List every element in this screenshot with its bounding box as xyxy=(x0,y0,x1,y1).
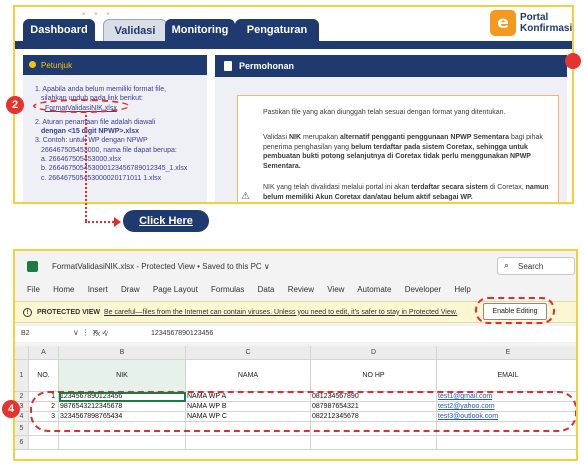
menu-data[interactable]: Data xyxy=(258,285,275,294)
tab-validasi[interactable]: Validasi xyxy=(103,19,167,41)
empty-cell[interactable] xyxy=(186,436,311,450)
click-here-button[interactable]: Click Here xyxy=(123,210,209,232)
header-cell[interactable]: NAMA xyxy=(186,360,311,392)
permohonan-text-1: Pastikan file yang akan diunggah telah s… xyxy=(263,109,506,116)
empty-cell[interactable] xyxy=(29,436,59,450)
table-cell[interactable]: 1234567890123456 xyxy=(59,392,186,402)
excel-window: FormatValidasiNIK.xlsx - Protected View … xyxy=(13,249,578,461)
permohonan-card: Permohonan Pastikan file yang akan diung… xyxy=(215,55,567,202)
excel-title: FormatValidasiNIK.xlsx - Protected View … xyxy=(52,262,270,271)
tab-pengaturan[interactable]: Pengaturan xyxy=(235,19,319,41)
column-header[interactable]: D xyxy=(311,346,437,360)
permohonan-title: Permohonan xyxy=(239,61,295,71)
petunjuk-line: 2. Aturan penamaan file adalah diawali xyxy=(35,118,156,126)
highlight-oval-enable xyxy=(475,297,555,324)
logo-text: Portal Konfirmasi xyxy=(520,12,572,34)
tab-monitoring[interactable]: Monitoring xyxy=(165,19,235,41)
header-cell[interactable]: NO. xyxy=(29,360,59,392)
petunjuk-line: 1. Apabila anda belum memiliki format fi… xyxy=(35,86,167,93)
menu-page-layout[interactable]: Page Layout xyxy=(153,285,198,294)
perm-span: di Coretax, xyxy=(487,184,526,191)
step-badge-3 xyxy=(565,53,581,69)
menu-file[interactable]: File xyxy=(27,285,40,294)
menu-review[interactable]: Review xyxy=(288,285,314,294)
menu-view[interactable]: View xyxy=(327,285,344,294)
pointer-line xyxy=(85,115,87,221)
permohonan-header: Permohonan xyxy=(215,55,567,77)
highlight-oval-link xyxy=(33,99,130,113)
arrow-right-icon xyxy=(114,217,121,227)
header-cell[interactable]: NO HP xyxy=(311,360,437,392)
logo-line1: Portal xyxy=(520,12,549,23)
excel-icon xyxy=(27,261,38,272)
ribbon-menu: File Home Insert Draw Page Layout Formul… xyxy=(27,285,482,294)
menu-home[interactable]: Home xyxy=(53,285,74,294)
menu-draw[interactable]: Draw xyxy=(121,285,140,294)
fx-icon: fx ∨ xyxy=(93,329,109,338)
menu-automate[interactable]: Automate xyxy=(357,285,391,294)
menu-insert[interactable]: Insert xyxy=(88,285,108,294)
perm-span: terdaftar secara sistem xyxy=(411,184,488,191)
formula-input[interactable]: 1234567890123456 xyxy=(151,330,213,337)
header-cell[interactable]: EMAIL xyxy=(437,360,576,392)
menu-help[interactable]: Help xyxy=(454,285,470,294)
perm-span: alternatif pengganti penggunaan NPWP Sem… xyxy=(339,134,510,141)
column-header[interactable]: B xyxy=(59,346,186,360)
perm-span: Validasi xyxy=(263,134,289,141)
step-badge-2: 2 xyxy=(6,96,24,114)
step-badge-4: 4 xyxy=(2,400,20,418)
column-header[interactable]: A xyxy=(29,346,59,360)
empty-cell[interactable] xyxy=(59,436,186,450)
nav-bar xyxy=(15,41,572,49)
row-header[interactable]: 1 xyxy=(15,360,29,392)
select-all-corner[interactable] xyxy=(15,346,29,360)
info-icon xyxy=(29,61,36,68)
petunjuk-card: Petunjuk 1. Apabila anda belum memiliki … xyxy=(23,55,207,202)
logo-mark-icon: e xyxy=(490,10,516,36)
petunjuk-line: 266467505453000, nama file dapat berupa: xyxy=(41,146,177,154)
empty-cell[interactable] xyxy=(311,436,437,450)
formula-bar: B2 ∨ ⋮ ✕ ✓ fx ∨ 1234567890123456 xyxy=(15,326,576,342)
petunjuk-title: Petunjuk xyxy=(41,60,73,70)
protected-label: PROTECTED VIEW xyxy=(37,308,101,316)
excel-titlebar: FormatValidasiNIK.xlsx - Protected View … xyxy=(15,251,576,281)
logo-line2: Konfirmasi xyxy=(520,23,573,34)
name-box[interactable]: B2 xyxy=(21,330,30,337)
perm-span: NIK yang telah divalidasi melalui portal… xyxy=(263,184,412,191)
row-header[interactable]: 2 xyxy=(15,392,29,402)
petunjuk-line: c. 266467505453000020171011 1.xlsx xyxy=(41,174,162,182)
petunjuk-line: a. 266467505453000.xlsx xyxy=(41,156,122,164)
protected-message: Be careful—files from the Internet can c… xyxy=(104,308,458,316)
petunjuk-line: b. 266467505453000123456789012345_1.xlsx xyxy=(41,165,188,173)
header-cell[interactable]: NIK xyxy=(59,360,186,392)
empty-cell[interactable] xyxy=(437,436,576,450)
petunjuk-line: 3. Contoh: untuk WP dengan NPWP xyxy=(35,137,148,145)
search-placeholder: Search xyxy=(518,261,544,271)
perm-span: merupakan xyxy=(301,134,340,141)
warning-icon: ⚠ xyxy=(241,191,250,202)
row-header[interactable]: 5 xyxy=(15,422,29,436)
shield-icon: ! xyxy=(23,307,32,317)
tab-dashboard[interactable]: Dashboard xyxy=(23,19,95,41)
search-box[interactable]: ⌕ Search xyxy=(497,257,575,275)
column-header[interactable]: C xyxy=(186,346,311,360)
permohonan-text-2: Validasi NIK merupakan alternatif pengga… xyxy=(263,133,553,171)
search-icon: ⌕ xyxy=(504,261,510,271)
document-icon xyxy=(224,61,232,71)
petunjuk-line: dengan <15 digit NPWP>.xlsx xyxy=(41,128,140,136)
petunjuk-header: Petunjuk xyxy=(23,55,207,75)
menu-formulas[interactable]: Formulas xyxy=(211,285,244,294)
row-header[interactable]: 6 xyxy=(15,436,29,450)
portal-logo[interactable]: e Portal Konfirmasi xyxy=(490,8,572,38)
menu-developer[interactable]: Developer xyxy=(405,285,441,294)
permohonan-text-3: NIK yang telah divalidasi melalui portal… xyxy=(263,183,553,202)
perm-span: NIK xyxy=(288,134,302,141)
column-header[interactable]: E xyxy=(437,346,576,360)
